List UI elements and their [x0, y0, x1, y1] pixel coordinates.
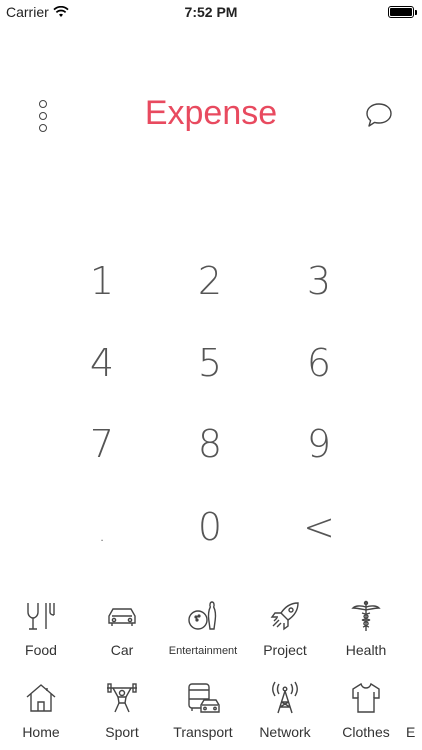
category-sport[interactable]: Sport: [81, 674, 163, 748]
category-car[interactable]: Car: [81, 592, 163, 666]
cutlery-icon: [27, 603, 55, 630]
category-clothes[interactable]: Clothes: [325, 674, 407, 748]
category-label: Network: [259, 724, 311, 740]
category-partial[interactable]: E: [406, 674, 422, 748]
car-icon: [108, 608, 136, 626]
key-3[interactable]: 3: [274, 246, 364, 316]
category-label: Car: [110, 642, 134, 658]
category-food[interactable]: Food: [0, 592, 82, 666]
category-label: Project: [263, 642, 307, 658]
category-home[interactable]: Home: [0, 674, 82, 748]
status-time: 7:52 PM: [184, 4, 238, 20]
key-8[interactable]: 8: [165, 409, 255, 479]
house-icon: [26, 684, 56, 712]
key-7[interactable]: 7: [57, 409, 147, 479]
category-label: Clothes: [342, 724, 390, 740]
key-backspace[interactable]: <: [274, 492, 364, 562]
key-5[interactable]: 5: [165, 328, 255, 398]
key-0[interactable]: 0: [165, 492, 255, 562]
header: Expense: [0, 90, 422, 142]
rocket-icon: [270, 602, 299, 631]
battery-icon: [388, 6, 417, 18]
chat-bubble-icon[interactable]: [364, 100, 394, 130]
category-label: Entertainment: [168, 645, 238, 657]
category-project[interactable]: Project: [244, 592, 326, 666]
bowling-icon: [188, 601, 217, 630]
key-6[interactable]: 6: [274, 328, 364, 398]
category-label: E: [406, 724, 416, 740]
category-label: Sport: [105, 724, 139, 740]
keypad: 1 2 3 4 5 6 7 8 9 . 0 <: [0, 240, 422, 570]
category-label: Transport: [173, 724, 233, 740]
key-9[interactable]: 9: [274, 409, 364, 479]
key-4[interactable]: 4: [57, 328, 147, 398]
category-label: Food: [25, 642, 57, 658]
category-network[interactable]: Network: [244, 674, 326, 748]
category-bar: Food Car Entertainment Project Health Ho…: [0, 592, 422, 750]
category-health[interactable]: Health: [325, 592, 407, 666]
category-label: Home: [22, 724, 60, 740]
category-transport[interactable]: Transport: [162, 674, 244, 748]
page-title: Expense: [144, 94, 278, 132]
key-decimal[interactable]: .: [57, 492, 147, 562]
key-1[interactable]: 1: [57, 246, 147, 316]
tshirt-icon: [352, 682, 380, 713]
antenna-tower-icon: [272, 681, 298, 714]
category-entertainment[interactable]: Entertainment: [162, 592, 244, 666]
bus-car-icon: [188, 683, 220, 713]
status-bar: Carrier 7:52 PM: [0, 0, 422, 24]
key-2[interactable]: 2: [165, 246, 255, 316]
category-label: Health: [345, 642, 387, 658]
weightlifter-icon: [107, 683, 137, 713]
caduceus-icon: [351, 600, 381, 631]
